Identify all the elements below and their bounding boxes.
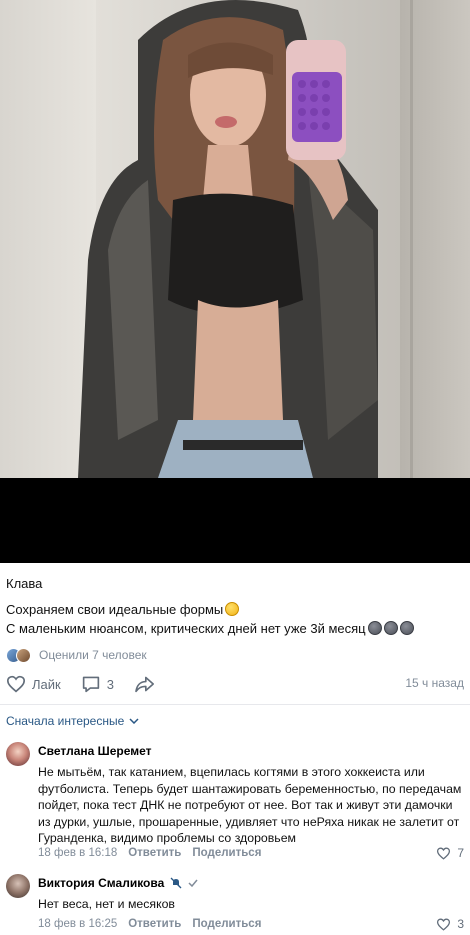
comments-sort-dropdown[interactable]: Сначала интересные: [6, 714, 139, 728]
comment-author[interactable]: Светлана Шеремет: [38, 744, 152, 758]
muted-notification-icon: [170, 877, 182, 889]
sad-emoji-icon: [367, 621, 382, 635]
comment-item: Светлана Шеремет Не мытьём, так катанием…: [6, 742, 466, 862]
comment-like-count: 3: [457, 917, 464, 931]
photo-letterbox: [0, 478, 470, 563]
comments-count: 3: [106, 676, 114, 692]
likes-summary: Оценили 7 человек: [39, 648, 147, 662]
divider: [0, 704, 470, 705]
comment-author[interactable]: Виктория Смаликова: [38, 876, 198, 890]
smiling-emoji-icon: [225, 602, 240, 616]
comment-like-count: 7: [457, 846, 464, 860]
post-photo[interactable]: [0, 0, 470, 478]
avatar[interactable]: [6, 742, 30, 766]
photo-person: [78, 0, 378, 478]
share-link[interactable]: Поделиться: [192, 918, 261, 930]
sad-emoji-icon: [383, 621, 398, 635]
post-text-line-1: Сохраняем свои идеальные формы: [6, 602, 224, 617]
post-actions: Лайк 3: [6, 672, 466, 696]
comment-icon: [82, 676, 99, 693]
comment-date[interactable]: 18 фев в 16:25: [38, 918, 117, 930]
share-link[interactable]: Поделиться: [192, 847, 261, 859]
share-arrow-icon: [135, 676, 154, 693]
heart-icon: [6, 675, 26, 693]
chevron-down-icon: [129, 718, 139, 724]
comment-button[interactable]: 3: [81, 675, 114, 693]
avatar[interactable]: [6, 874, 30, 898]
liked-by-row[interactable]: Оценили 7 человек: [6, 646, 147, 664]
heart-icon: [437, 918, 451, 931]
like-label: Лайк: [32, 676, 61, 692]
comment-item: Виктория Смаликова Нет веса, нет и месяк…: [6, 874, 466, 934]
post-time: 15 ч назад: [405, 676, 464, 690]
heart-icon: [437, 847, 451, 860]
post-author[interactable]: Клава: [6, 576, 42, 591]
comment-meta: 18 фев в 16:18 Ответить Поделиться: [38, 847, 272, 859]
comment-text: Нет веса, нет и месяков: [38, 897, 175, 911]
comment-meta: 18 фев в 16:25 Ответить Поделиться: [38, 918, 272, 930]
comments-sort-label: Сначала интересные: [6, 714, 125, 728]
sad-emoji-icon: [399, 621, 414, 635]
like-button[interactable]: Лайк: [6, 675, 61, 693]
reply-link[interactable]: Ответить: [128, 918, 181, 930]
post-text-line-2: С маленьким нюансом, критических дней не…: [6, 621, 366, 636]
comment-author-name: Виктория Смаликова: [38, 876, 165, 890]
liker-avatar: [16, 647, 31, 663]
checkmark-icon: [188, 879, 198, 887]
share-button[interactable]: [134, 675, 162, 693]
post-text: Сохраняем свои идеальные формы С маленьк…: [6, 600, 466, 638]
comment-text: Не мытьём, так катанием, вцепилась когтя…: [38, 765, 462, 845]
comment-date[interactable]: 18 фев в 16:18: [38, 847, 117, 859]
comment-like-button[interactable]: 7: [436, 846, 464, 860]
comment-like-button[interactable]: 3: [436, 917, 464, 931]
reply-link[interactable]: Ответить: [128, 847, 181, 859]
photo-door-edge: [410, 0, 413, 478]
